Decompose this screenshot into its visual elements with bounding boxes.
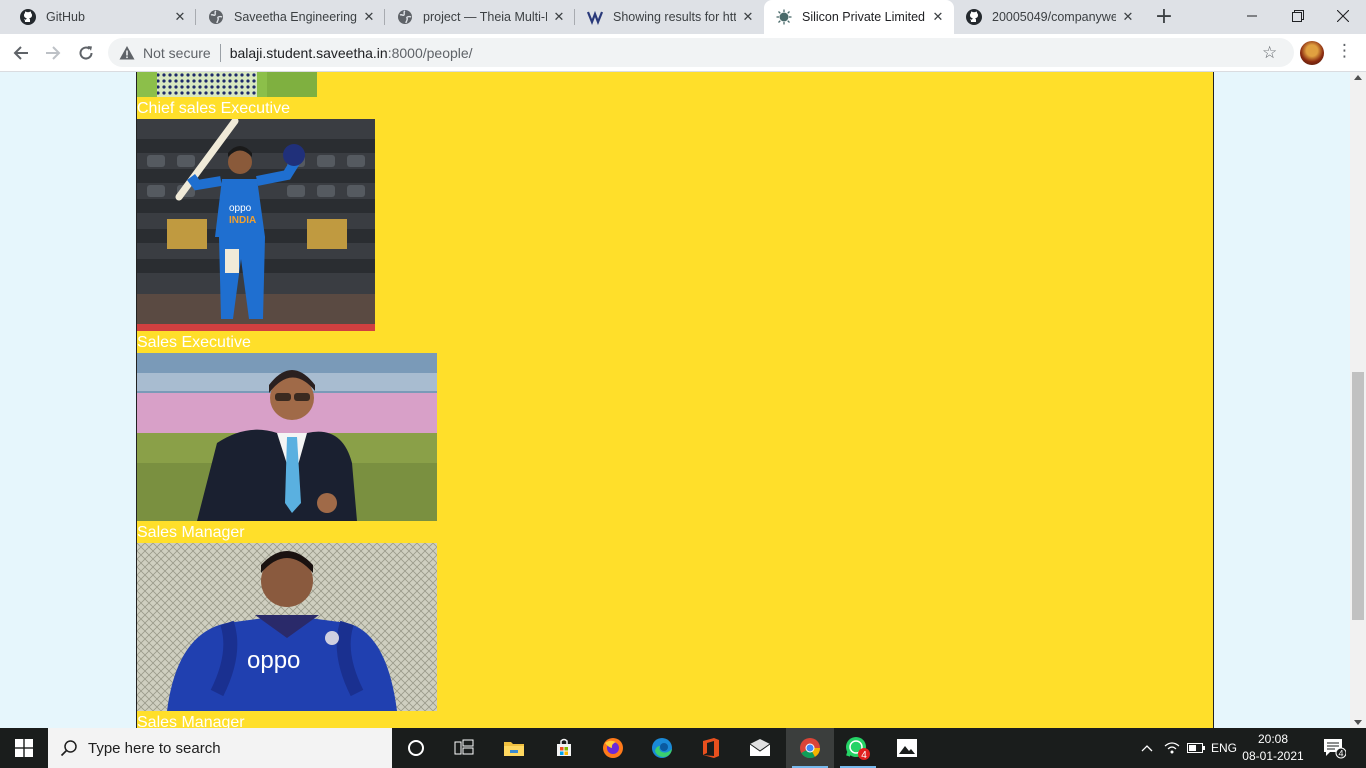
cortana-icon[interactable] — [392, 728, 440, 768]
tab-companyweb[interactable]: 20005049/companyweb ✕ — [954, 0, 1144, 34]
tab-nu-results[interactable]: Showing results for http ✕ — [575, 0, 764, 34]
person-photo-3 — [137, 353, 437, 521]
nu-icon — [587, 9, 603, 25]
reload-icon[interactable] — [71, 38, 101, 68]
people-section: Chief sales Executive oppo INDIA Sales E… — [136, 72, 1214, 728]
back-icon[interactable] — [6, 38, 36, 68]
close-tab-icon[interactable]: ✕ — [740, 9, 756, 25]
scroll-up-icon[interactable] — [1354, 75, 1362, 80]
new-tab-button[interactable]: + — [1152, 5, 1176, 29]
tab-title: project — Theia Multi-L — [423, 10, 547, 24]
close-window-icon[interactable] — [1320, 0, 1366, 32]
tab-title: Saveetha Engineering C — [234, 10, 357, 24]
close-tab-icon[interactable]: ✕ — [172, 9, 188, 25]
scroll-down-icon[interactable] — [1354, 720, 1362, 725]
security-label[interactable]: Not secure — [143, 45, 211, 61]
store-icon[interactable] — [540, 728, 588, 768]
bookmark-star-icon[interactable]: ☆ — [1262, 43, 1277, 63]
file-explorer-icon[interactable] — [490, 728, 538, 768]
photos-icon[interactable] — [883, 728, 931, 768]
mail-icon[interactable] — [736, 728, 784, 768]
system-clock[interactable]: 20:08 08-01-2021 — [1240, 728, 1306, 768]
scrollbar-thumb[interactable] — [1352, 372, 1364, 620]
address-bar[interactable]: Not secure balaji.student.saveetha.in:80… — [108, 38, 1294, 67]
person-caption: Sales Manager — [137, 524, 245, 541]
clock-time: 20:08 — [1257, 732, 1289, 746]
windows-taskbar: Type here to search 4 ENG 20:08 08-01-20… — [0, 728, 1366, 768]
browser-menu-icon[interactable]: ⋮ — [1336, 41, 1353, 65]
chrome-icon[interactable] — [786, 728, 834, 768]
globe-icon — [397, 9, 413, 25]
windows-start-icon[interactable] — [0, 728, 48, 768]
notification-center-icon[interactable]: 4 — [1318, 728, 1350, 768]
tab-title: Showing results for http — [613, 10, 736, 24]
taskbar-search-box[interactable]: Type here to search — [48, 728, 392, 768]
close-tab-icon[interactable]: ✕ — [361, 9, 377, 25]
tab-strip: GitHub ✕ Saveetha Engineering C ✕ projec… — [0, 0, 1366, 34]
close-tab-icon[interactable]: ✕ — [551, 9, 567, 25]
page-scrollbar[interactable] — [1350, 72, 1366, 728]
restore-icon[interactable] — [1275, 0, 1321, 32]
tab-silicon[interactable]: Silicon Private Limited ✕ — [764, 0, 954, 34]
profile-avatar[interactable] — [1300, 41, 1324, 65]
language-indicator[interactable]: ENG — [1208, 728, 1240, 768]
svg-text:oppo: oppo — [247, 647, 300, 674]
browser-toolbar: Not secure balaji.student.saveetha.in:80… — [0, 34, 1366, 72]
virus-icon — [776, 9, 792, 25]
github-icon — [20, 9, 36, 25]
tab-saveetha[interactable]: Saveetha Engineering C ✕ — [196, 0, 385, 34]
url-host: balaji.student.saveetha.in — [229, 44, 388, 61]
warning-icon[interactable] — [119, 45, 135, 61]
edge-icon[interactable] — [638, 728, 686, 768]
chevron-up-icon[interactable] — [1136, 728, 1158, 768]
person-caption: Sales Manager — [137, 714, 245, 728]
svg-text:oppo: oppo — [229, 203, 252, 214]
firefox-icon[interactable] — [589, 728, 637, 768]
person-photo-2: oppo INDIA — [137, 119, 375, 331]
person-caption: Chief sales Executive — [137, 100, 290, 117]
battery-icon[interactable] — [1184, 728, 1208, 768]
forward-icon[interactable] — [38, 38, 68, 68]
tab-title: GitHub — [46, 10, 85, 24]
address-divider — [219, 43, 221, 62]
svg-text:INDIA: INDIA — [229, 215, 256, 226]
search-placeholder: Type here to search — [88, 739, 221, 757]
tab-theia[interactable]: project — Theia Multi-L ✕ — [385, 0, 575, 34]
tab-github[interactable]: GitHub ✕ — [8, 0, 196, 34]
whatsapp-icon[interactable]: 4 — [834, 728, 882, 768]
task-view-icon[interactable] — [440, 728, 488, 768]
wifi-icon[interactable] — [1160, 728, 1184, 768]
globe-icon — [208, 9, 224, 25]
close-tab-icon[interactable]: ✕ — [1120, 9, 1136, 25]
tab-title: 20005049/companyweb — [992, 10, 1116, 24]
minimize-icon[interactable] — [1229, 0, 1275, 32]
person-photo-1 — [137, 72, 317, 97]
url-text[interactable]: balaji.student.saveetha.in:8000/people/ — [230, 45, 473, 61]
tab-title: Silicon Private Limited — [802, 10, 925, 24]
whatsapp-badge: 4 — [861, 750, 867, 761]
person-photo-4: oppo — [137, 543, 437, 711]
github-icon — [966, 9, 982, 25]
url-path: :8000/people/ — [387, 44, 473, 61]
clock-date: 08-01-2021 — [1242, 749, 1304, 763]
page-viewport: Chief sales Executive oppo INDIA Sales E… — [0, 72, 1350, 728]
close-tab-icon[interactable]: ✕ — [930, 9, 946, 25]
notification-count: 4 — [1338, 749, 1343, 759]
person-caption: Sales Executive — [137, 334, 251, 351]
office-icon[interactable] — [687, 728, 735, 768]
search-icon — [60, 739, 78, 757]
